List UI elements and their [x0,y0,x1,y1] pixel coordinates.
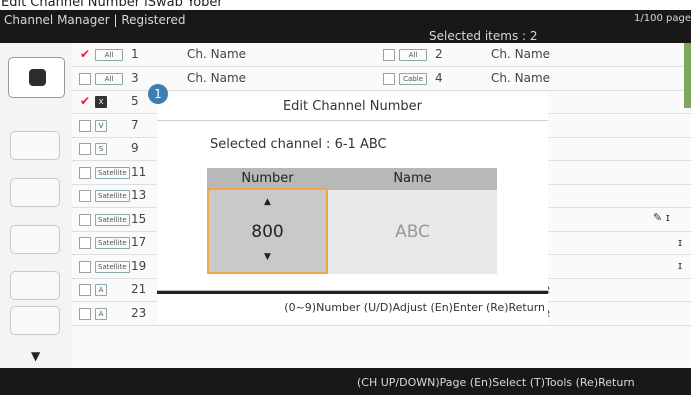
channel-number: 13 [131,188,147,202]
app-title: Channel Manager | Registered [4,13,186,27]
number-column-header: Number [207,168,328,190]
row-checkbox[interactable] [79,166,91,179]
channel-name: Ch. Name [187,47,247,61]
row-group-button-3[interactable] [10,225,60,254]
channel-type-badge: A [95,284,107,296]
document-title: Edit Channel Number iSwab Yober [0,0,691,10]
tool-icon: ✎ ɪ [653,211,670,224]
row-checkbox[interactable] [79,237,91,249]
row-checkbox[interactable] [79,213,91,226]
row-group-button-5[interactable] [10,306,60,335]
channel-name: Ch. Name [491,70,551,85]
channel-type-badge: V [95,119,107,132]
channel-number: 2 [435,47,443,61]
row-group-button-1[interactable] [10,131,60,160]
selected-items-count: Selected items : 2 [429,29,538,43]
row-checkbox[interactable] [383,49,395,61]
channel-type-badge: A [95,307,107,320]
bottom-hint-bar: (CH UP/DOWN)Page (En)Select (T)Tools (Re… [0,368,691,395]
row-checkbox[interactable] [79,284,91,296]
selected-channel-label: Selected channel : 6-1 ABC [210,137,387,152]
channel-name: Ch. Name [491,47,551,61]
dialog-footer: (0~9)Number (U/D)Adjust (En)Enter (Re)Re… [157,291,548,324]
footer-hint: (CH UP/DOWN)Page (En)Select (T)Tools (Re… [357,376,635,389]
channel-name: Ch. Name [187,70,247,85]
channel-number: 5 [131,94,139,108]
channel-type-badge: All [95,72,123,85]
arrow-down-icon[interactable]: ▼ [209,252,326,262]
row-checkbox[interactable] [79,190,91,202]
channel-type-badge: S [95,143,107,155]
name-column-header: Name [328,168,497,190]
channel-type-badge: All [95,49,123,61]
number-value[interactable]: 800 [209,222,326,242]
green-marker [684,43,691,108]
channel-type-badge: Satellite [95,190,130,202]
tool-icon: ɪ [678,259,683,272]
select-all-button[interactable] [8,57,65,98]
channel-number: 3 [131,70,139,85]
channel-number: 11 [131,164,147,179]
edit-channel-dialog: Edit Channel Number Selected channel : 6… [157,93,548,324]
channel-type-badge: Cable [399,72,427,85]
dialog-title: Edit Channel Number [157,93,548,121]
channel-type-badge: Satellite [95,237,130,249]
number-stepper[interactable]: ▲ 800 ▼ [207,188,328,274]
row-checkbox[interactable] [79,119,91,132]
row-checkbox[interactable] [79,307,91,320]
arrow-up-icon[interactable]: ▲ [209,197,326,207]
row-group-button-4[interactable] [10,271,60,300]
channel-type-badge: Satellite [95,260,130,273]
left-button-column [0,43,72,368]
dialog-footer-hint: (0~9)Number (U/D)Adjust (En)Enter (Re)Re… [284,301,545,314]
channel-number: 23 [131,305,147,320]
top-bar: Channel Manager | Registered Selected it… [0,10,691,43]
row-checkbox[interactable] [79,72,91,85]
channel-number: 4 [435,70,443,85]
channel-row[interactable]: ✔ All 1 Ch. Name All 2 Ch. Name [72,44,691,67]
channel-number: 19 [131,258,147,273]
channel-number: 1 [131,47,139,61]
channel-type-badge: All [399,49,427,61]
channel-type-badge: Satellite [95,166,130,179]
scroll-down-icon[interactable]: ▼ [31,349,40,363]
channel-number: 9 [131,141,139,155]
checkmark-icon[interactable]: ✔ [79,95,91,108]
channel-type-badge: Satellite [95,213,130,226]
channel-number: 15 [131,211,147,226]
channel-number: 17 [131,235,147,249]
channel-number: 7 [131,117,139,132]
row-group-button-2[interactable] [10,178,60,207]
page-indicator: 1/100 page [634,13,691,24]
tool-icon: ɪ [678,236,683,249]
step-badge: 1 [148,84,168,104]
channel-number: 21 [131,282,147,296]
row-checkbox[interactable] [383,72,395,85]
channel-name-value: ABC [328,190,497,274]
row-checkbox[interactable] [79,260,91,273]
channel-type-badge: X [95,96,107,108]
row-checkbox[interactable] [79,143,91,155]
checkmark-icon[interactable]: ✔ [79,48,91,61]
